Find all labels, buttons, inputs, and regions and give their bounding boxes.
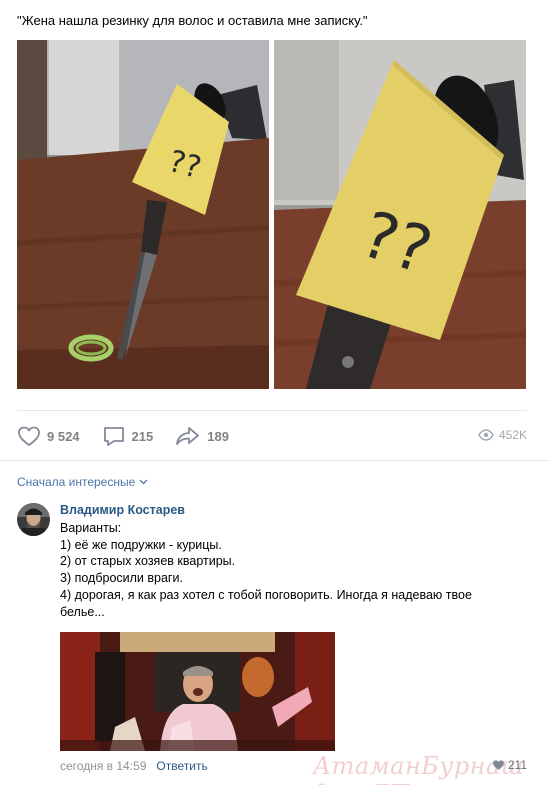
comment-likes-count: 211 <box>507 758 527 772</box>
comments-count: 215 <box>131 428 154 444</box>
comments-divider <box>0 460 549 461</box>
knife-photo: ?? <box>17 40 269 389</box>
note-closeup-photo: ?? <box>274 40 526 389</box>
heart-icon <box>18 426 40 447</box>
comment-line: Варианты: <box>60 521 122 535</box>
comment-meta: сегодня в 14:59 Ответить <box>60 759 208 773</box>
comment-line: 3) подбросили враги. <box>60 571 183 586</box>
views-count: 452K <box>498 428 527 442</box>
reply-button[interactable]: Ответить <box>156 759 207 773</box>
avatar[interactable] <box>17 503 50 536</box>
comment-text: Варианты: 1) её же подружки - курицы. 2)… <box>60 520 500 620</box>
comment-button[interactable]: 215 <box>102 425 154 447</box>
comment-time[interactable]: сегодня в 14:59 <box>60 759 146 773</box>
post-text: "Жена нашла резинку для волос и оставила… <box>17 13 368 28</box>
avatar-image <box>17 503 50 536</box>
shares-count: 189 <box>207 428 229 444</box>
share-arrow-icon <box>176 427 200 445</box>
post-divider <box>17 410 527 411</box>
comment-photo <box>60 632 335 751</box>
chevron-down-icon <box>139 479 148 485</box>
comments-sort-dropdown[interactable]: Сначала интересные <box>17 475 148 489</box>
sort-label: Сначала интересные <box>17 475 136 489</box>
post-photo-2[interactable]: ?? <box>274 40 526 389</box>
comment-line: 1) её же подружки - курицы. <box>60 537 222 552</box>
heart-icon <box>492 760 504 770</box>
post-actions: 9 524 215 189 <box>17 424 251 448</box>
comment-like-button[interactable]: 211 <box>492 758 527 772</box>
comment-image[interactable] <box>60 632 335 751</box>
comment-line: 2) от старых хозяев квартиры. <box>60 554 236 569</box>
post-photo-1[interactable]: ?? <box>17 40 269 389</box>
comment-line: белье... <box>60 604 105 619</box>
comment-bubble-icon <box>103 427 124 446</box>
comment-line: 4) дорогая, я как раз хотел с тобой пого… <box>60 587 472 602</box>
eye-icon <box>478 429 494 441</box>
like-button[interactable]: 9 524 <box>17 425 80 447</box>
share-button[interactable]: 189 <box>175 425 229 447</box>
likes-count: 9 524 <box>47 428 80 444</box>
comment-author[interactable]: Владимир Костарев <box>60 503 185 517</box>
views-counter: 452K <box>478 428 527 442</box>
